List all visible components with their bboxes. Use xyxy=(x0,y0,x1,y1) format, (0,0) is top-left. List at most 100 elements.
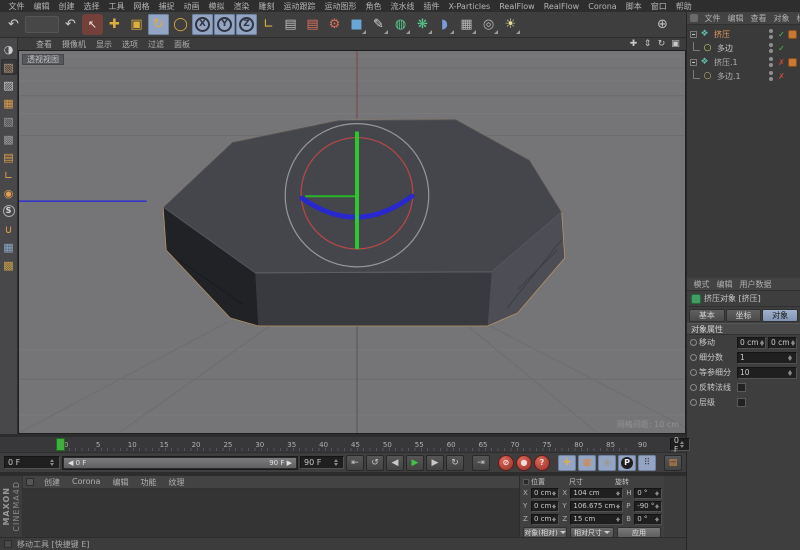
record-pla-toggle[interactable]: ⠿ xyxy=(638,455,656,471)
magnet-icon[interactable]: ∪ xyxy=(1,221,17,237)
collapse-icon[interactable] xyxy=(690,59,697,66)
material-list-area[interactable] xyxy=(23,489,519,537)
menu-item[interactable]: 文件 xyxy=(4,1,29,12)
coords-checkbox[interactable] xyxy=(523,479,529,485)
pos-y-field[interactable]: 0 cm xyxy=(531,501,559,512)
viewport-canvas[interactable]: 透视视图 网格间距: 10 cm xyxy=(18,50,686,434)
move-icon[interactable]: ✚ xyxy=(104,14,125,35)
keyframe-dot-icon[interactable] xyxy=(690,354,697,361)
goto-next-key-button[interactable]: ↻ xyxy=(446,455,464,471)
material-menu-item[interactable]: 编辑 xyxy=(106,477,134,488)
object-row-extrude[interactable]: ❖ 挤压 ✓ xyxy=(687,27,800,41)
play-button[interactable]: ▶ xyxy=(406,455,424,471)
edge-mode-icon[interactable]: ▧ xyxy=(1,113,17,129)
mograph-icon[interactable]: ❋ xyxy=(412,14,433,35)
workplane-icon[interactable]: ▦ xyxy=(1,239,17,255)
material-menu-item[interactable]: 纹理 xyxy=(162,477,190,488)
viewport-menu-item[interactable]: 摄像机 xyxy=(57,39,91,50)
floor-icon[interactable]: ▦ xyxy=(456,14,477,35)
record-rotation-toggle[interactable]: ◉ xyxy=(598,455,616,471)
light-icon[interactable]: ☀ xyxy=(500,14,521,35)
phong-tag-icon[interactable] xyxy=(788,30,797,39)
object-manager-menu-item[interactable]: 标签 xyxy=(793,13,800,24)
menu-item[interactable]: 渲染 xyxy=(229,1,254,12)
tab-coordinates[interactable]: 坐标 xyxy=(726,309,762,322)
enable-toggle[interactable]: ✗ xyxy=(777,72,786,81)
primitive-cube-icon[interactable]: ■ xyxy=(346,14,367,35)
iso-subdivision-field[interactable]: 10 xyxy=(737,367,797,379)
menu-item[interactable]: 动画 xyxy=(179,1,204,12)
goto-prev-key-button[interactable]: ↺ xyxy=(366,455,384,471)
collapse-icon[interactable] xyxy=(690,31,697,38)
movement-y-field[interactable]: 0 cm xyxy=(768,337,797,349)
object-name[interactable]: 多边.1 xyxy=(715,71,743,82)
viewport-menu-item[interactable]: 选项 xyxy=(117,39,143,50)
viewport-label[interactable]: 透视视图 xyxy=(22,54,64,65)
render-settings-icon[interactable]: ⚙ xyxy=(324,14,345,35)
menu-item[interactable]: 捕捉 xyxy=(154,1,179,12)
viewport-menu-item[interactable]: 面板 xyxy=(169,39,195,50)
range-start-spinner[interactable] xyxy=(49,457,56,468)
size-z-field[interactable]: 15 cm xyxy=(570,514,623,525)
spline-pen-icon[interactable]: ✎ xyxy=(368,14,389,35)
menu-item[interactable]: 模拟 xyxy=(204,1,229,12)
point-mode-icon[interactable]: ▦ xyxy=(1,95,17,111)
object-name[interactable]: 多边 xyxy=(715,43,735,54)
visibility-dots[interactable] xyxy=(769,43,773,53)
menu-item[interactable]: 帮助 xyxy=(671,1,696,12)
hierarchical-checkbox[interactable] xyxy=(737,398,746,407)
polygon-mode-icon[interactable]: ▩ xyxy=(1,131,17,147)
rot-h-field[interactable]: 0 ° xyxy=(634,488,662,499)
record-position-toggle[interactable]: ✚ xyxy=(558,455,576,471)
playhead[interactable] xyxy=(56,438,65,451)
range-end-spinner[interactable] xyxy=(333,457,340,468)
menu-item[interactable]: RealFlow xyxy=(539,2,584,11)
camera-icon[interactable]: ◎ xyxy=(478,14,499,35)
next-frame-button[interactable]: ▶ xyxy=(426,455,444,471)
range-start-field[interactable]: 0 F xyxy=(4,456,60,469)
viewport-menu-item[interactable]: 显示 xyxy=(91,39,117,50)
visibility-dots[interactable] xyxy=(769,57,773,67)
keyframe-dot-icon[interactable] xyxy=(690,384,697,391)
coord-system-icon[interactable]: ∟ xyxy=(258,14,279,35)
attribute-menu-item[interactable]: 编辑 xyxy=(713,279,736,290)
render-view-icon[interactable]: ▤ xyxy=(280,14,301,35)
tab-object[interactable]: 对象 xyxy=(762,309,798,322)
enable-toggle[interactable]: ✓ xyxy=(777,30,786,39)
goto-start-button[interactable]: ⇤ xyxy=(346,455,364,471)
keyframe-selection-button[interactable]: ? xyxy=(534,455,550,471)
menu-item[interactable]: 编辑 xyxy=(29,1,54,12)
visibility-dots[interactable] xyxy=(769,71,773,81)
material-menu-item[interactable]: 创建 xyxy=(38,477,66,488)
viewport-solo-icon[interactable]: ◉ xyxy=(1,185,17,201)
menu-item[interactable]: 选择 xyxy=(79,1,104,12)
menu-item[interactable]: 窗口 xyxy=(646,1,671,12)
menu-item[interactable]: Corona xyxy=(584,2,621,11)
render-picture-viewer-icon[interactable]: ▤ xyxy=(302,14,323,35)
material-menu-item[interactable]: Corona xyxy=(66,477,106,488)
undo-icon[interactable]: ↶ xyxy=(60,14,81,35)
timeline-range-slider[interactable]: ◀ 0 F 90 F ▶ xyxy=(62,456,298,470)
object-name[interactable]: 挤压.1 xyxy=(712,57,740,68)
timeline-ruler[interactable]: 051015202530354045505560657075808590 0 F xyxy=(0,437,686,452)
object-row-nside-1[interactable]: ○ 多边.1 ✗ xyxy=(687,69,800,83)
model-mode-icon[interactable]: ▧ xyxy=(1,59,17,75)
autokey-button[interactable]: ● xyxy=(516,455,532,471)
size-x-field[interactable]: 104 cm xyxy=(570,488,623,499)
viewport-menu-item[interactable]: 查看 xyxy=(31,39,57,50)
movement-x-field[interactable]: 0 cm xyxy=(737,337,766,349)
goto-end-button[interactable]: ⇥ xyxy=(472,455,490,471)
current-frame-field[interactable]: 0 F xyxy=(670,438,690,451)
y-axis-button[interactable]: Y xyxy=(214,14,235,35)
scale-icon[interactable]: ▣ xyxy=(126,14,147,35)
snap-icon[interactable]: S xyxy=(1,203,17,219)
phong-tag-icon[interactable] xyxy=(788,58,797,67)
material-menu-item[interactable]: 功能 xyxy=(134,477,162,488)
layout-preset-box[interactable] xyxy=(25,16,59,33)
rotate-icon[interactable]: ↻ xyxy=(148,14,169,35)
keyframe-dot-icon[interactable] xyxy=(690,339,697,346)
toggle-view-icon[interactable]: ▣ xyxy=(670,39,681,49)
pos-z-field[interactable]: 0 cm xyxy=(531,514,559,525)
keyframe-dot-icon[interactable] xyxy=(690,369,697,376)
object-row-nside[interactable]: ○ 多边 ✓ xyxy=(687,41,800,55)
